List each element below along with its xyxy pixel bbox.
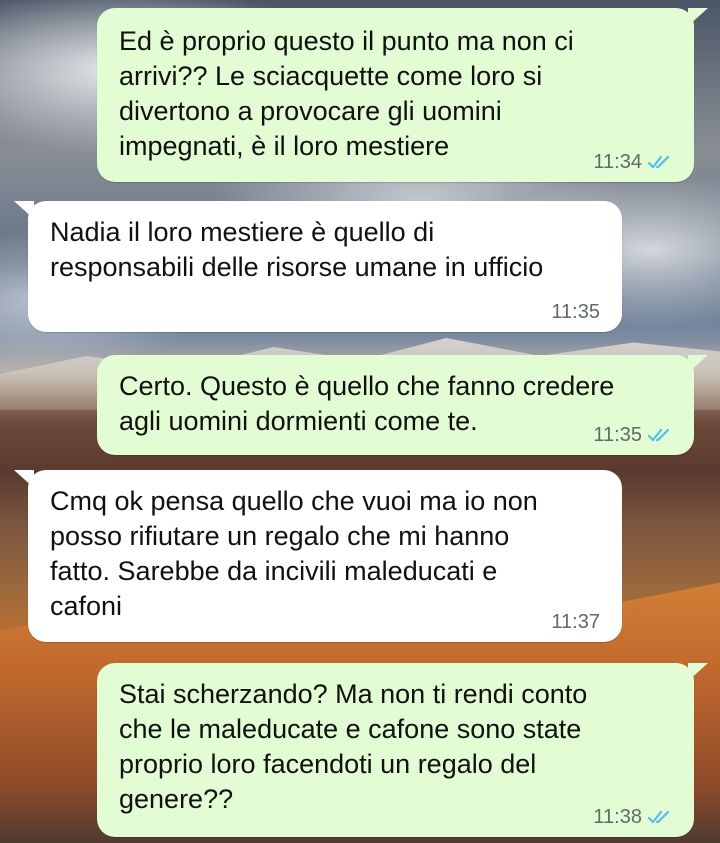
- bubble-tail: [14, 201, 34, 219]
- message-meta: 11:37: [551, 610, 600, 634]
- message-list[interactable]: Ed è proprio questo il punto ma non ci a…: [0, 0, 720, 843]
- message-timestamp: 11:35: [551, 301, 600, 323]
- message-timestamp: 11:34: [593, 151, 642, 173]
- message-text: Stai scherzando? Ma non ti rendi conto c…: [119, 679, 588, 814]
- message-text: Certo. Questo è quello che fanno credere…: [119, 371, 615, 436]
- bubble-tail: [688, 355, 708, 373]
- outgoing-message-bubble[interactable]: Stai scherzando? Ma non ti rendi conto c…: [97, 663, 708, 837]
- message-text: Cmq ok pensa quello che vuoi ma io non p…: [50, 486, 538, 621]
- message-timestamp: 11:35: [593, 424, 642, 446]
- double-check-icon: [648, 427, 674, 443]
- message-meta: 11:34: [593, 150, 674, 174]
- double-check-icon: [648, 809, 674, 825]
- message-timestamp: 11:37: [551, 611, 600, 633]
- bubble-tail: [14, 470, 34, 488]
- bubble-tail: [688, 663, 708, 681]
- message-meta: 11:38: [593, 805, 674, 829]
- outgoing-message-bubble[interactable]: Certo. Questo è quello che fanno credere…: [97, 355, 708, 455]
- message-timestamp: 11:38: [593, 806, 642, 828]
- message-text: Nadia il loro mestiere è quello di respo…: [50, 217, 544, 282]
- double-check-icon: [648, 154, 674, 170]
- message-meta: 11:35: [551, 300, 600, 324]
- incoming-message-bubble[interactable]: Nadia il loro mestiere è quello di respo…: [14, 201, 622, 332]
- outgoing-message-bubble[interactable]: Ed è proprio questo il punto ma non ci a…: [97, 8, 708, 182]
- bubble-tail: [688, 8, 708, 26]
- incoming-message-bubble[interactable]: Cmq ok pensa quello che vuoi ma io non p…: [14, 470, 622, 642]
- message-text: Ed è proprio questo il punto ma non ci a…: [119, 26, 574, 161]
- message-meta: 11:35: [593, 423, 674, 447]
